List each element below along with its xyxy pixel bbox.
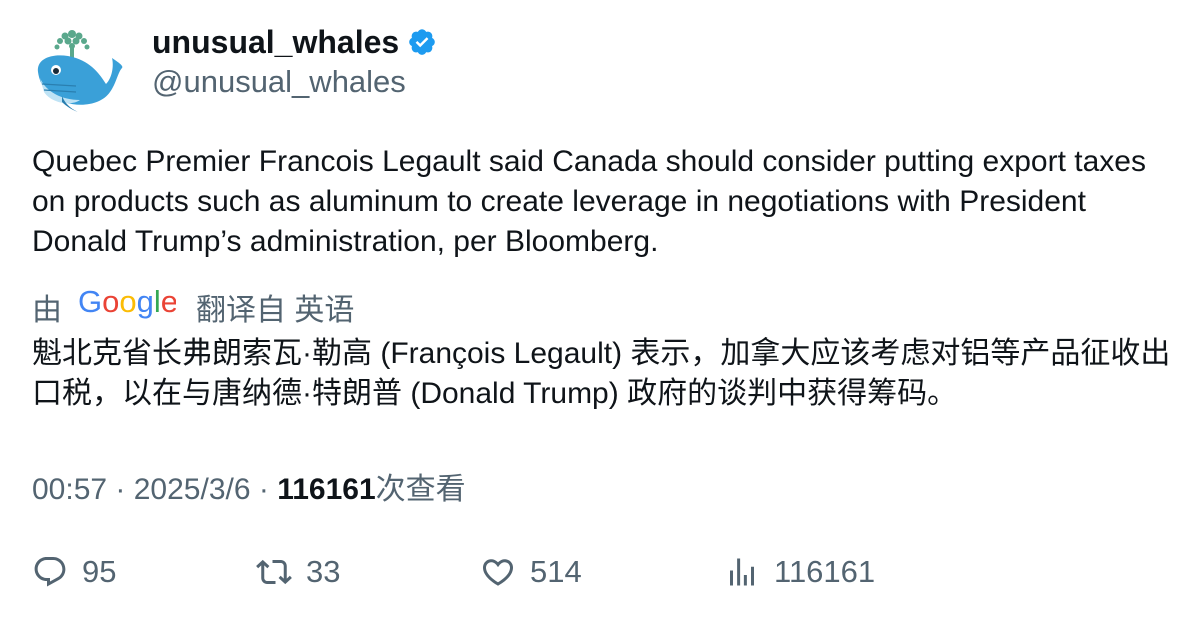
tweet-date[interactable]: 2025/3/6 [134,473,251,506]
reply-count: 95 [82,554,117,589]
translated-text: 魁北克省长弗朗索瓦·勒高 (François Legault) 表示，加拿大应该… [32,337,1171,410]
views-icon [730,558,754,586]
retweet-button[interactable]: 33 [256,550,340,594]
views-count: 116161 [277,473,376,506]
verified-badge-icon[interactable] [407,27,437,57]
tweet-meta: 00:57 · 2025/3/6 · 116161次查看 [32,464,466,508]
like-count: 514 [530,554,582,589]
author-handle[interactable]: @unusual_whales [152,64,652,100]
retweet-count: 33 [306,554,341,589]
meta-separator: · [258,473,278,506]
retweet-icon [256,559,292,585]
like-icon [482,559,514,586]
like-button[interactable]: 514 [480,550,582,594]
meta-separator: · [115,473,134,506]
reply-icon [34,557,66,587]
google-logo: Google [78,284,178,328]
translation-suffix: 翻译自 英语 [196,294,355,327]
translation-attribution: 由 Google 翻译自 英语 [32,284,355,328]
views-stat-count: 116161 [774,554,876,589]
author-display-name[interactable]: unusual_whales [152,24,399,61]
avatar[interactable] [32,26,124,114]
tweet-text: Quebec Premier Francois Legault said Can… [32,145,1146,258]
tweet-time[interactable]: 00:57 [32,473,107,506]
action-bar: 95 33 514 116161 [32,550,1172,594]
views-button[interactable]: 116161 [724,550,875,594]
svg-text:Google: Google [78,286,176,319]
views-label: 次查看 [375,473,466,506]
translation-prefix: 由 [32,294,62,327]
reply-button[interactable]: 95 [32,550,116,594]
